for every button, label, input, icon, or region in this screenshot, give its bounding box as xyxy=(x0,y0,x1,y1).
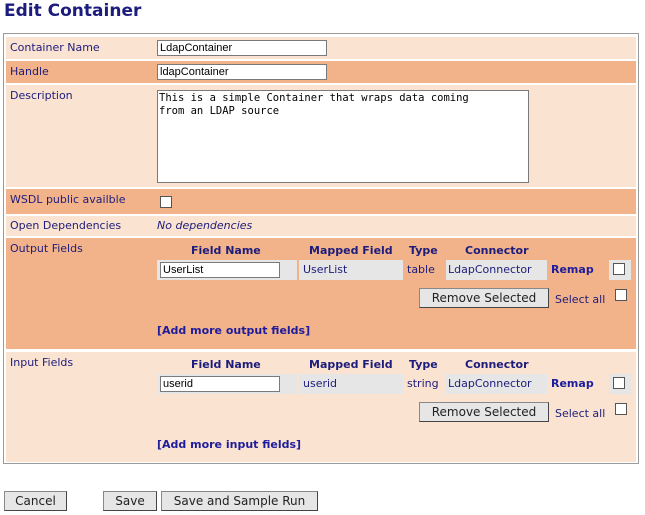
cancel-button[interactable]: Cancel xyxy=(4,491,67,511)
table-row: UserList table LdapConnector Remap xyxy=(153,260,633,280)
input-fields-row: Input Fields Field Name Mapped Field Typ… xyxy=(6,352,636,462)
output-select-all-checkbox[interactable] xyxy=(615,289,627,301)
input-header-mapped-field: Mapped Field xyxy=(309,358,393,371)
input-mapped-field: userid xyxy=(299,374,403,394)
output-header-type: Type xyxy=(409,244,438,257)
output-select-all-label: Select all xyxy=(555,293,606,306)
description-row: Description This is a simple Container t… xyxy=(6,85,636,187)
open-dependencies-label: Open Dependencies xyxy=(10,219,122,232)
input-fields-label: Input Fields xyxy=(10,356,74,369)
output-header-field-name: Field Name xyxy=(191,244,261,257)
input-remap-link[interactable]: Remap xyxy=(551,374,601,394)
handle-input[interactable] xyxy=(157,64,327,80)
input-type: string xyxy=(407,377,439,390)
no-dependencies-text: No dependencies xyxy=(157,219,253,232)
wsdl-row: WSDL public availble xyxy=(6,189,636,214)
description-label: Description xyxy=(10,89,73,102)
wsdl-label: WSDL public availble xyxy=(10,193,126,206)
table-row: userid string LdapConnector Remap xyxy=(153,374,633,394)
save-button[interactable]: Save xyxy=(103,491,157,511)
container-name-label: Container Name xyxy=(10,41,100,54)
wsdl-checkbox[interactable] xyxy=(160,196,172,208)
description-textarea[interactable]: This is a simple Container that wraps da… xyxy=(157,90,529,183)
handle-row: Handle xyxy=(6,61,636,83)
input-field-name-input[interactable] xyxy=(160,376,280,392)
output-connector: LdapConnector xyxy=(446,260,547,280)
output-row-checkbox[interactable] xyxy=(613,263,625,275)
output-fields-row: Output Fields Field Name Mapped Field Ty… xyxy=(6,238,636,349)
output-mapped-field: UserList xyxy=(299,260,403,280)
input-select-all-checkbox[interactable] xyxy=(615,403,627,415)
add-more-input-fields-link[interactable]: [Add more input fields] xyxy=(157,438,301,451)
output-header-mapped-field: Mapped Field xyxy=(309,244,393,257)
add-more-output-fields-link[interactable]: [Add more output fields] xyxy=(157,324,310,337)
input-remove-selected-button[interactable]: Remove Selected xyxy=(419,402,549,422)
output-remove-selected-button[interactable]: Remove Selected xyxy=(419,288,549,308)
output-fields-label: Output Fields xyxy=(10,242,83,255)
output-remap-link[interactable]: Remap xyxy=(551,260,601,280)
input-connector: LdapConnector xyxy=(446,374,547,394)
input-header-connector: Connector xyxy=(465,358,529,371)
output-type: table xyxy=(407,263,435,276)
input-row-checkbox[interactable] xyxy=(613,377,625,389)
output-field-name-input[interactable] xyxy=(160,262,280,278)
container-name-input[interactable] xyxy=(157,40,327,56)
output-header-connector: Connector xyxy=(465,244,529,257)
input-select-all-label: Select all xyxy=(555,407,606,420)
input-header-type: Type xyxy=(409,358,438,371)
open-dependencies-row: Open Dependencies No dependencies xyxy=(6,216,636,236)
container-name-row: Container Name xyxy=(6,37,636,59)
edit-container-form: Container Name Handle Description This i… xyxy=(3,33,639,464)
handle-label: Handle xyxy=(10,65,49,78)
save-and-sample-run-button[interactable]: Save and Sample Run xyxy=(161,491,318,511)
input-header-field-name: Field Name xyxy=(191,358,261,371)
page-title: Edit Container xyxy=(4,1,142,21)
